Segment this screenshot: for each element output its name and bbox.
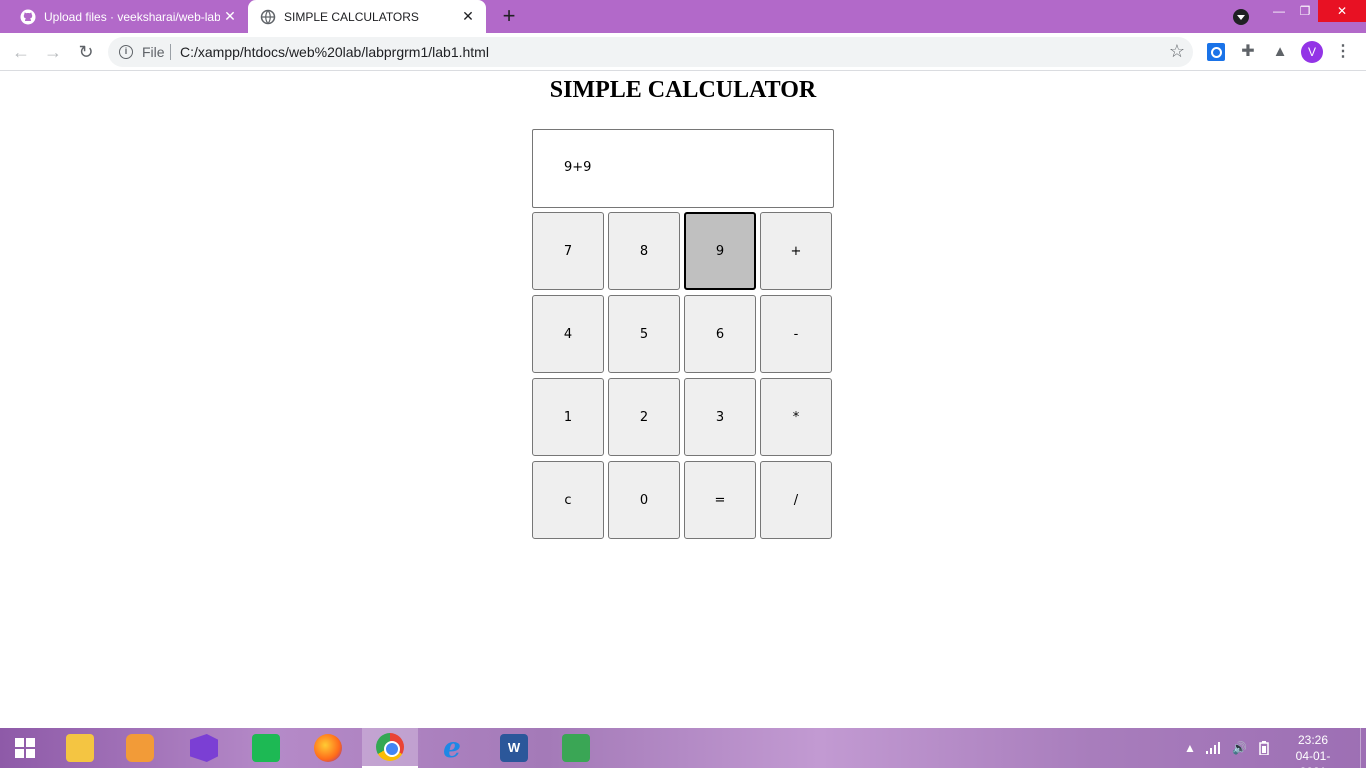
separator [170,44,171,60]
calc-button-3[interactable]: 3 [684,378,756,456]
show-hidden-icons-icon[interactable]: ▲ [1184,728,1196,768]
calc-button-1[interactable]: 1 [532,378,604,456]
calc-button-multiply[interactable]: * [760,378,832,456]
visual-studio-icon [190,734,218,762]
profile-avatar[interactable]: V [1301,41,1323,63]
new-tab-button[interactable]: + [498,5,520,28]
menu-kebab-icon[interactable]: ⋮ [1335,41,1351,63]
taskbar-media-player[interactable] [112,728,168,768]
firefox-icon [314,734,342,762]
calc-button-5[interactable]: 5 [608,295,680,373]
taskbar-file-explorer[interactable] [52,728,108,768]
calc-button-4[interactable]: 4 [532,295,604,373]
notepad-plus-plus-icon [562,734,590,762]
reload-icon[interactable]: ↻ [75,41,97,63]
calc-button-8[interactable]: 8 [608,212,680,290]
volume-icon[interactable]: 🔊 [1232,728,1247,768]
labs-flask-icon[interactable]: ▲ [1271,43,1289,61]
tab-search-icon[interactable] [1233,9,1249,25]
taskbar-notepad-plus-plus[interactable] [548,728,604,768]
clock-date: 04-01-2021 [1295,749,1331,779]
taskbar-internet-explorer[interactable]: e [424,728,480,768]
calc-button-2[interactable]: 2 [608,378,680,456]
calc-button-clear[interactable]: c [532,461,604,539]
calc-button-7[interactable]: 7 [532,212,604,290]
globe-icon [260,9,276,25]
tab-strip: Upload files · veeksharai/web-lab ✕ SIMP… [0,0,1366,33]
tab-simple-calculators[interactable]: SIMPLE CALCULATORS ✕ [248,0,486,33]
media-player-icon [126,734,154,762]
github-icon [20,9,36,25]
browser-toolbar: ← → ↻ i File C:/xampp/htdocs/web%20lab/l… [0,33,1366,71]
taskbar-store[interactable] [238,728,294,768]
file-label: File [142,44,165,60]
windows-logo-icon [15,738,35,758]
calc-button-divide[interactable]: / [760,461,832,539]
battery-icon[interactable] [1259,728,1269,768]
calculator-display[interactable]: 9+9 [532,129,834,208]
taskbar-visual-studio[interactable] [176,728,232,768]
page-title: SIMPLE CALCULATOR [549,77,817,103]
chrome-icon [376,733,404,761]
close-window-button[interactable]: ✕ [1318,0,1366,22]
tab-upload-files[interactable]: Upload files · veeksharai/web-lab ✕ [8,0,248,33]
url-text[interactable]: C:/xampp/htdocs/web%20lab/labprgrm1/lab1… [180,44,489,60]
bookmark-star-icon[interactable]: ☆ [1169,41,1185,62]
calc-button-6[interactable]: 6 [684,295,756,373]
clock-time: 23:26 [1297,733,1329,747]
calc-button-equals[interactable]: = [684,461,756,539]
start-button[interactable] [0,728,50,768]
internet-explorer-icon: e [443,731,461,764]
store-icon [252,734,280,762]
calc-button-minus[interactable]: - [760,295,832,373]
calc-button-9[interactable]: 9 [684,212,756,290]
tab-title: Upload files · veeksharai/web-lab [44,9,220,24]
info-icon[interactable]: i [119,45,133,59]
close-tab-icon[interactable]: ✕ [458,8,478,25]
search-extension-icon[interactable] [1207,43,1225,61]
taskbar-word[interactable]: W [486,728,542,768]
network-signal-icon[interactable] [1206,728,1222,768]
show-desktop-button[interactable] [1360,728,1366,768]
calc-button-0[interactable]: 0 [608,461,680,539]
close-tab-icon[interactable]: ✕ [220,8,240,25]
taskbar-chrome[interactable] [362,728,418,768]
address-bar[interactable]: i File C:/xampp/htdocs/web%20lab/labprgr… [108,37,1193,67]
taskbar: e W ▲ 🔊 23:26 04-01-2021 [0,728,1366,779]
system-clock[interactable]: 23:26 04-01-2021 [1284,732,1342,780]
taskbar-firefox[interactable] [300,728,356,768]
back-arrow-icon[interactable]: ← [10,41,32,63]
file-explorer-icon [66,734,94,762]
extensions-puzzle-icon[interactable]: ✚ [1239,43,1257,61]
tab-title: SIMPLE CALCULATORS [284,9,419,24]
forward-arrow-icon[interactable]: → [42,41,64,63]
calc-button-plus[interactable]: + [760,212,832,290]
word-icon: W [500,734,528,762]
